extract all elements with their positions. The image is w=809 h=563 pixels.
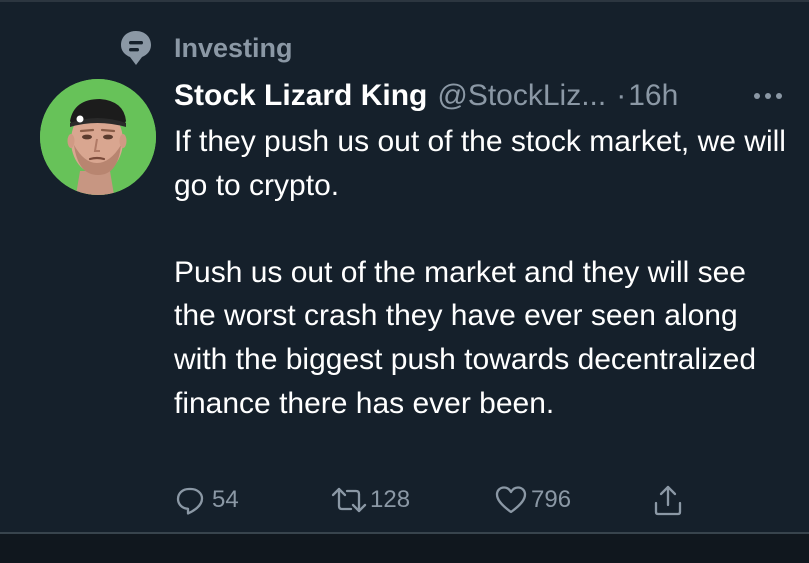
tweet-text: If they push us out of the stock market,… bbox=[174, 120, 794, 425]
heart-icon bbox=[494, 484, 528, 516]
tweet-paragraph: Push us out of the market and they will … bbox=[174, 255, 757, 420]
tweet[interactable]: Investing Stock Lizard King @StockLiz...… bbox=[0, 2, 809, 532]
reply-count: 54 bbox=[212, 486, 239, 513]
reply-button[interactable]: 54 bbox=[174, 480, 239, 520]
next-tweet-area bbox=[0, 534, 809, 563]
action-bar: 54 128 796 bbox=[174, 480, 694, 520]
more-options-icon bbox=[753, 87, 783, 105]
like-button[interactable]: 796 bbox=[494, 480, 571, 520]
meta-separator: · bbox=[616, 79, 627, 112]
author-handle[interactable]: @StockLiz... bbox=[437, 79, 606, 113]
reply-icon bbox=[174, 484, 206, 516]
tweet-timestamp[interactable]: 16h bbox=[628, 79, 678, 113]
social-context[interactable]: Investing bbox=[118, 30, 293, 66]
retweet-count: 128 bbox=[370, 486, 411, 513]
author-display-name[interactable]: Stock Lizard King bbox=[174, 79, 427, 113]
more-options-button[interactable] bbox=[750, 84, 786, 108]
like-count: 796 bbox=[531, 486, 572, 513]
retweet-icon bbox=[330, 484, 368, 516]
share-icon bbox=[652, 483, 684, 517]
avatar[interactable] bbox=[40, 79, 156, 195]
topic-icon bbox=[118, 30, 154, 66]
topic-label: Investing bbox=[174, 32, 293, 63]
retweet-button[interactable]: 128 bbox=[330, 480, 410, 520]
tweet-header: Stock Lizard King @StockLiz... · 16h bbox=[174, 76, 678, 116]
share-button[interactable] bbox=[652, 480, 684, 520]
tweet-paragraph: If they push us out of the stock market,… bbox=[174, 125, 786, 202]
